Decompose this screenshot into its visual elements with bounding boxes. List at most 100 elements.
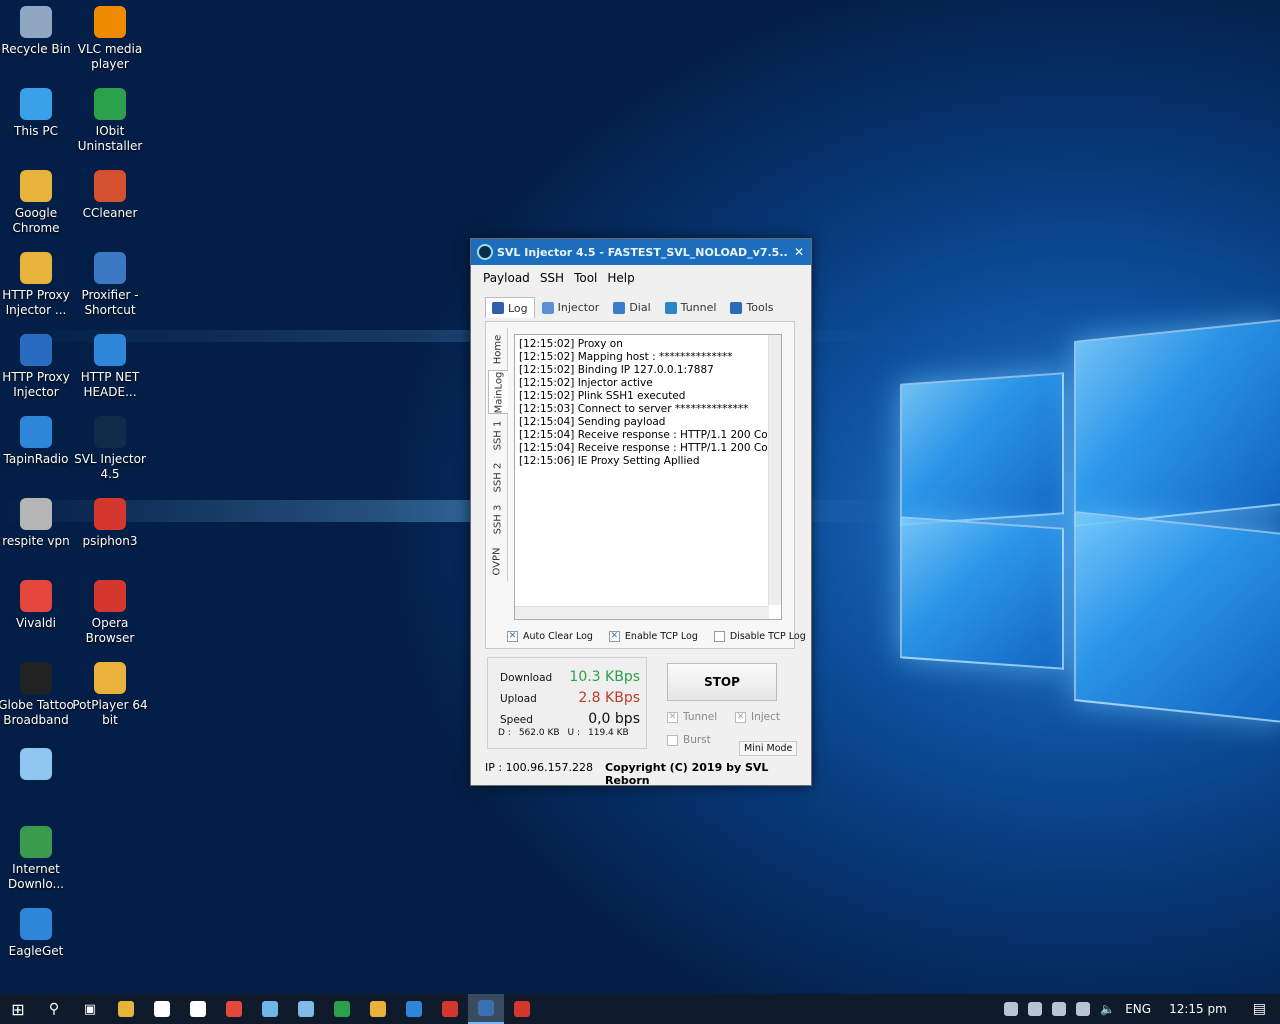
copyright-text: Copyright (C) 2019 by SVL Reborn: [605, 761, 769, 787]
vivaldi-icon: [20, 580, 52, 612]
taskbar-app[interactable]: [468, 994, 504, 1024]
taskbar-app[interactable]: [396, 994, 432, 1024]
mini-mode-button[interactable]: Mini Mode: [739, 741, 798, 756]
tab-tools[interactable]: Tools: [723, 297, 780, 318]
log-vertical-scrollbar[interactable]: [768, 335, 781, 605]
start-button[interactable]: ⊞: [0, 994, 36, 1024]
tab-tunnel[interactable]: Tunnel: [658, 297, 724, 318]
taskbar-app[interactable]: [216, 994, 252, 1024]
desktop-icon[interactable]: Globe Tattoo Broadband: [0, 662, 74, 728]
burst-checkbox[interactable]: Burst: [667, 734, 711, 746]
close-button[interactable]: ✕: [787, 245, 811, 259]
usb-icon[interactable]: [1052, 1002, 1067, 1016]
stop-button[interactable]: STOP: [667, 663, 777, 701]
desktop-icon[interactable]: Google Chrome: [0, 170, 74, 236]
network-tray-icon[interactable]: [1004, 1002, 1019, 1016]
eagleget-icon: [20, 908, 52, 940]
desktop-icon[interactable]: Vivaldi: [0, 580, 74, 631]
speed-label: Speed: [500, 714, 533, 726]
enable-tcp-log-checkbox[interactable]: ✕ Enable TCP Log: [608, 631, 698, 642]
menu-help[interactable]: Help: [607, 271, 634, 289]
tab-log[interactable]: Log: [485, 297, 535, 318]
side-tab-mainlog[interactable]: MainLog: [488, 370, 508, 414]
menu-ssh[interactable]: SSH: [540, 271, 564, 289]
side-tab-home[interactable]: Home: [488, 328, 508, 370]
desktop-icon[interactable]: HTTP Proxy Injector: [0, 334, 74, 400]
desktop-icon[interactable]: TapinRadio: [0, 416, 74, 467]
windows-logo-pane-tl: [900, 372, 1064, 526]
desktop-icon[interactable]: Proxifier - Shortcut: [72, 252, 148, 318]
globe-icon[interactable]: [1076, 1002, 1091, 1016]
volume-icon[interactable]: 🔈: [1100, 1002, 1115, 1016]
desktop-icon[interactable]: Opera Browser: [72, 580, 148, 646]
task-view-button[interactable]: ▣: [72, 994, 108, 1024]
taskbar-app[interactable]: [324, 994, 360, 1024]
tunnel-checkbox[interactable]: ✕ Tunnel: [667, 711, 717, 723]
log-horizontal-scrollbar[interactable]: [515, 606, 769, 619]
taskbar-app[interactable]: [360, 994, 396, 1024]
inject-label: Inject: [751, 711, 781, 723]
title-bar[interactable]: SVL Injector 4.5 - FASTEST_SVL_NOLOAD_v7…: [471, 239, 811, 265]
menu-payload[interactable]: Payload: [483, 271, 530, 289]
desktop-icon[interactable]: CCleaner: [72, 170, 148, 221]
taskbar-app[interactable]: [144, 994, 180, 1024]
desktop-icon[interactable]: This PC: [0, 88, 74, 139]
side-tab-ovpn[interactable]: OVPN: [488, 540, 508, 582]
side-tab-ssh3[interactable]: SSH 3: [488, 498, 508, 540]
desktop-icon[interactable]: psiphon3: [72, 498, 148, 549]
phone-icon: [613, 301, 626, 314]
download-label: Download: [500, 672, 553, 684]
log-line: [12:15:04] Receive response : HTTP/1.1 2…: [519, 442, 781, 454]
menu-bar: Payload SSH Tool Help: [471, 265, 811, 289]
language-indicator[interactable]: ENG: [1125, 1002, 1151, 1016]
d-value: 562.0 KB: [518, 728, 560, 738]
side-tab-home-label: Home: [492, 334, 503, 364]
vlc-icon: [94, 6, 126, 38]
tunnel-label: Tunnel: [683, 711, 718, 723]
log-line: [12:15:04] Sending payload: [519, 416, 666, 428]
speed-value: 0,0 bps: [588, 711, 640, 727]
proxifier-icon: [94, 252, 126, 284]
desktop-icon[interactable]: EagleGet: [0, 908, 74, 959]
taskbar-app[interactable]: [252, 994, 288, 1024]
iobit-icon: [334, 1001, 350, 1017]
windows-logo-icon: ⊞: [11, 999, 25, 1019]
tab-injector[interactable]: Injector: [535, 297, 607, 318]
svl-injector-window[interactable]: SVL Injector 4.5 - FASTEST_SVL_NOLOAD_v7…: [470, 238, 812, 787]
desktop-icon[interactable]: SVL Injector 4.5: [72, 416, 148, 482]
desktop-icon[interactable]: HTTP Proxy Injector ...: [0, 252, 74, 318]
auto-clear-log-checkbox[interactable]: ✕ Auto Clear Log: [507, 631, 593, 642]
desktop-icon[interactable]: HTTP NET HEADE...: [72, 334, 148, 400]
u-label: U :: [567, 728, 581, 738]
desktop-icon[interactable]: VLC media player: [72, 6, 148, 72]
side-tab-ssh2[interactable]: SSH 2: [488, 456, 508, 498]
desktop-icon-label: Opera Browser: [85, 616, 135, 645]
desktop-icon[interactable]: Internet Downlo...: [0, 826, 74, 892]
windows-logo-pane-bl: [900, 516, 1064, 670]
menu-tool[interactable]: Tool: [574, 271, 597, 289]
taskbar-app[interactable]: [180, 994, 216, 1024]
shield-icon[interactable]: [1028, 1002, 1043, 1016]
tab-log-label: Log: [508, 301, 528, 315]
log-lines: [12:15:02] Proxy on [12:15:02] Mapping h…: [515, 335, 781, 471]
taskbar-app[interactable]: [504, 994, 540, 1024]
psiphon-icon: [94, 498, 126, 530]
desktop-icon-label: Globe Tattoo Broadband: [0, 698, 74, 727]
disable-tcp-log-checkbox[interactable]: Disable TCP Log: [713, 631, 806, 642]
desktop-icon[interactable]: Recycle Bin: [0, 6, 74, 57]
inject-checkbox[interactable]: ✕ Inject: [735, 711, 780, 723]
taskbar-app[interactable]: [288, 994, 324, 1024]
desktop-icon[interactable]: [0, 748, 74, 784]
search-button[interactable]: ⚲: [36, 994, 72, 1024]
side-tab-ssh1[interactable]: SSH 1: [488, 414, 508, 456]
taskbar-app[interactable]: [108, 994, 144, 1024]
taskbar-app[interactable]: [432, 994, 468, 1024]
tab-dial[interactable]: Dial: [606, 297, 657, 318]
notification-icon[interactable]: ▤: [1253, 1001, 1266, 1017]
task-view-icon: ▣: [83, 1001, 97, 1017]
clock[interactable]: 12:15 pm: [1169, 1002, 1227, 1016]
log-textbox[interactable]: [12:15:02] Proxy on [12:15:02] Mapping h…: [514, 334, 782, 620]
desktop-icon[interactable]: PotPlayer 64 bit: [72, 662, 148, 728]
desktop-icon[interactable]: respite vpn: [0, 498, 74, 549]
desktop-icon[interactable]: IObit Uninstaller: [72, 88, 148, 154]
